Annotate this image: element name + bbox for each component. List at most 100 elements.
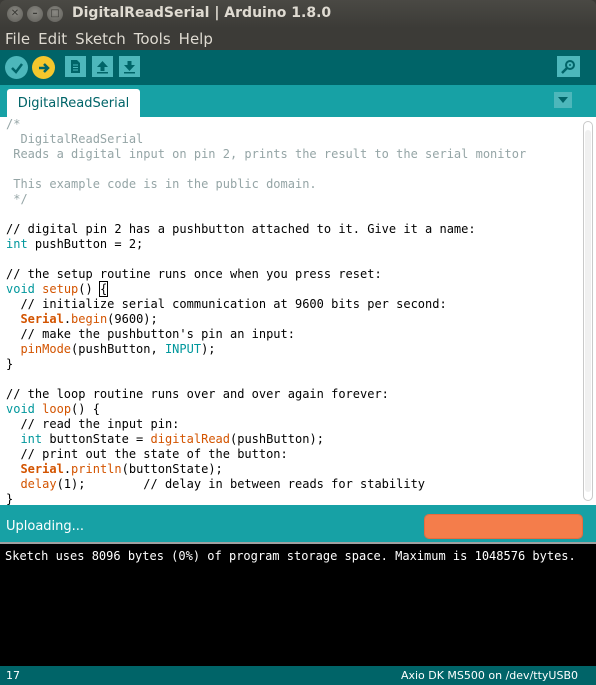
- code-token: delay: [20, 477, 57, 491]
- code-line[interactable]: int buttonState = digitalRead(pushButton…: [6, 432, 576, 447]
- code-line[interactable]: /*: [6, 117, 576, 132]
- code-line[interactable]: // initialize serial communication at 96…: [6, 297, 576, 312]
- code-token: // initialize serial communication at 96…: [6, 297, 447, 311]
- code-token: begin: [71, 312, 108, 326]
- code-token: (pushButton);: [230, 432, 324, 446]
- code-line[interactable]: delay(1); // delay in between reads for …: [6, 477, 576, 492]
- new-file-icon: [71, 60, 80, 73]
- code-token: pinMode: [20, 342, 72, 356]
- toolbar: [0, 50, 596, 85]
- code-line[interactable]: Serial.println(buttonState);: [6, 462, 576, 477]
- code-token: // print out the state of the button:: [6, 447, 288, 461]
- code-line[interactable]: int pushButton = 2;: [6, 237, 576, 252]
- checkmark-icon: [10, 62, 23, 74]
- code-token: .: [63, 312, 72, 326]
- save-sketch-button[interactable]: [119, 56, 140, 77]
- code-token: This example code is in the public domai…: [6, 177, 317, 191]
- code-token: Reads a digital input on pin 2, prints t…: [6, 147, 527, 161]
- board-port-info: Axio DK MS500 on /dev/ttyUSB0: [400, 669, 578, 682]
- code-line[interactable]: // digital pin 2 has a pushbutton attach…: [6, 222, 576, 237]
- status-footer: 17 Axio DK MS500 on /dev/ttyUSB0: [0, 666, 596, 685]
- editor-scrollbar-thumb[interactable]: [585, 130, 591, 492]
- editor-scrollbar[interactable]: [583, 121, 593, 501]
- code-token: println: [71, 462, 122, 476]
- code-token: }: [6, 492, 14, 506]
- menu-file[interactable]: File: [5, 29, 30, 49]
- code-token: int: [20, 432, 43, 446]
- code-token: // the setup routine runs once when you …: [6, 267, 382, 281]
- code-line[interactable]: This example code is in the public domai…: [6, 177, 576, 192]
- code-token: // the loop routine runs over and over a…: [6, 387, 389, 401]
- code-text[interactable]: /* DigitalReadSerial Reads a digital inp…: [6, 117, 576, 507]
- console-text: Sketch uses 8096 bytes (0%) of program s…: [5, 549, 576, 563]
- code-line[interactable]: // print out the state of the button:: [6, 447, 576, 462]
- code-token: .: [63, 462, 72, 476]
- maximize-icon: □: [50, 8, 60, 19]
- code-token: (): [78, 282, 100, 296]
- code-token: /*: [6, 117, 21, 131]
- code-token: void: [6, 282, 35, 296]
- code-token: (buttonState);: [121, 462, 223, 476]
- status-area: Uploading...: [0, 512, 596, 542]
- menu-sketch[interactable]: Sketch: [75, 29, 126, 49]
- code-line[interactable]: DigitalReadSerial: [6, 132, 576, 147]
- code-token: digitalRead: [150, 432, 230, 446]
- code-line[interactable]: }: [6, 357, 576, 372]
- code-line[interactable]: [6, 162, 576, 177]
- tab-menu-button[interactable]: [554, 92, 572, 108]
- menu-tools[interactable]: Tools: [134, 29, 171, 49]
- code-token: (1); // delay in between reads for stabi…: [56, 477, 426, 491]
- arrow-right-icon: [38, 62, 50, 73]
- menu-help[interactable]: Help: [179, 29, 213, 49]
- code-line[interactable]: */: [6, 192, 576, 207]
- code-token: // digital pin 2 has a pushbutton attach…: [6, 222, 476, 236]
- code-token: DigitalReadSerial: [6, 132, 144, 146]
- code-line[interactable]: // the loop routine runs over and over a…: [6, 387, 576, 402]
- code-line[interactable]: void setup() {: [6, 281, 576, 297]
- code-token: }: [6, 357, 14, 371]
- chevron-down-icon: [558, 97, 568, 103]
- open-sketch-button[interactable]: [92, 56, 113, 77]
- tab-bar: DigitalReadSerial: [0, 85, 596, 117]
- code-line[interactable]: // read the input pin:: [6, 417, 576, 432]
- code-line[interactable]: Serial.begin(9600);: [6, 312, 576, 327]
- code-line[interactable]: [6, 372, 576, 387]
- new-sketch-button[interactable]: [65, 56, 86, 77]
- upload-button[interactable]: [32, 56, 55, 79]
- code-line[interactable]: [6, 207, 576, 222]
- code-line[interactable]: // the setup routine runs once when you …: [6, 267, 576, 282]
- close-icon: ✕: [10, 8, 20, 19]
- code-line[interactable]: // make the pushbutton's pin an input:: [6, 327, 576, 342]
- code-token: setup: [42, 282, 79, 296]
- maximize-window-button[interactable]: □: [47, 6, 63, 22]
- code-token: INPUT: [164, 342, 202, 356]
- minimize-icon: –: [32, 8, 38, 19]
- title-bar: ✕ – □ DigitalReadSerial | Arduino 1.8.0: [0, 0, 596, 28]
- verify-button[interactable]: [5, 56, 28, 79]
- code-editor[interactable]: /* DigitalReadSerial Reads a digital inp…: [0, 117, 596, 507]
- upload-progress-fill: [425, 515, 582, 538]
- magnifier-icon: [561, 60, 575, 74]
- close-window-button[interactable]: ✕: [7, 6, 23, 22]
- serial-monitor-button[interactable]: [557, 56, 580, 77]
- editor-console-divider[interactable]: [0, 505, 596, 512]
- code-line[interactable]: void loop() {: [6, 402, 576, 417]
- code-line[interactable]: [6, 252, 576, 267]
- code-token: loop: [42, 402, 72, 416]
- arrow-up-icon: [97, 61, 108, 74]
- code-token: Serial: [20, 312, 64, 326]
- window-title: DigitalReadSerial | Arduino 1.8.0: [72, 5, 332, 21]
- code-line[interactable]: Reads a digital input on pin 2, prints t…: [6, 147, 576, 162]
- code-token: int: [6, 237, 28, 251]
- console-output: Sketch uses 8096 bytes (0%) of program s…: [0, 542, 596, 666]
- code-line[interactable]: pinMode(pushButton, INPUT);: [6, 342, 576, 357]
- menu-edit[interactable]: Edit: [38, 29, 67, 49]
- code-token: (pushButton,: [71, 342, 165, 356]
- code-token: (9600);: [107, 312, 158, 326]
- code-token: () {: [71, 402, 100, 416]
- code-token: {: [98, 281, 109, 297]
- minimize-window-button[interactable]: –: [27, 6, 43, 22]
- tab-digitalreadserial[interactable]: DigitalReadSerial: [7, 89, 140, 117]
